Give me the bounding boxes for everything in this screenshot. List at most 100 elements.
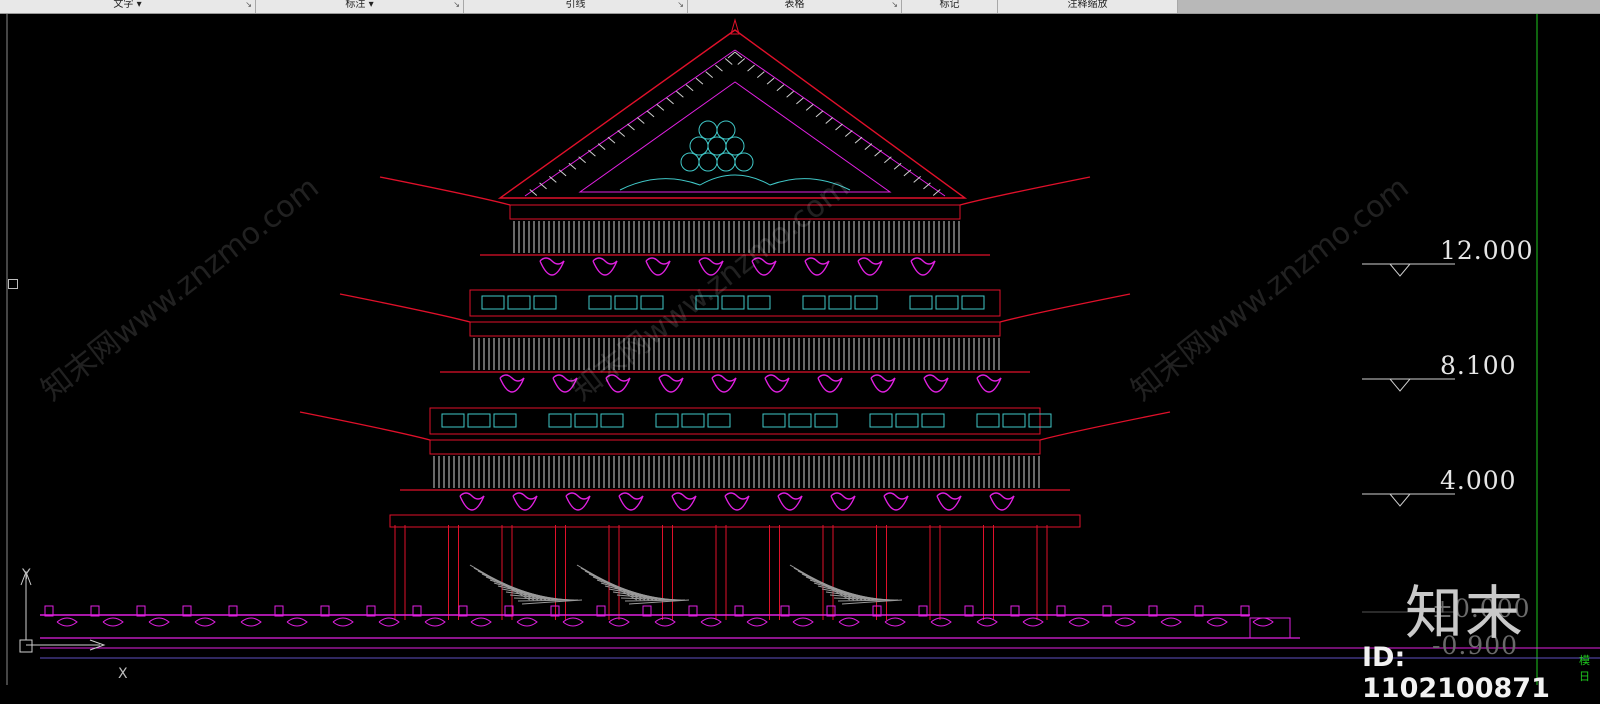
roof-top-bracket [645,257,671,276]
ribbon-empty-area [1178,0,1600,13]
gable-tile-mark [724,58,733,65]
balustrade-panel [1068,617,1090,627]
panel-table[interactable]: 表格 ↘ [688,0,902,13]
roof-bottom-bracket [671,492,697,511]
roof-middle-bracket [870,374,896,393]
lower-window-band-frame [429,407,1041,435]
upper-window-band-window [909,295,933,310]
stair-end [1249,617,1291,639]
gable-ornament-ring [707,136,727,156]
upper-window-band-window [747,295,771,310]
balustrade-panel [1206,617,1228,627]
panel-annotation-scaling[interactable]: 注释缩放 [998,0,1178,13]
balustrade-panel [1252,617,1274,627]
panel-markup[interactable]: 标记 [902,0,998,13]
gable-tile-mark [776,84,785,92]
upper-window-band-window [935,295,959,310]
gable-ornament-ring [725,136,745,156]
gable-tile-mark [737,58,746,65]
gable-tile-mark [756,71,765,79]
lower-window-band-window [548,413,572,428]
roof-bottom-bracket [512,492,538,511]
drawing-canvas[interactable]: 12.000 8.100 4.000 ±0.000 -0.900 知末网www.… [0,14,1600,704]
panel-text[interactable]: 文字 ▾ ↘ [0,0,256,13]
gable-tile-mark [636,117,645,124]
lower-window-band-window [762,413,786,428]
gable-tile-mark [685,84,694,92]
roof-middle-bracket [976,374,1002,393]
roof-top-bracket [592,257,618,276]
roof-bottom-bracket [883,492,909,511]
gable-tile-mark [558,169,567,177]
panel-leader-launcher-icon[interactable]: ↘ [677,0,684,10]
gable-tile-mark [766,77,775,85]
gable-tile-mark [825,117,834,124]
balustrade-panel [1022,617,1044,627]
balustrade-panel [378,617,400,627]
roof-top-eave-right [959,176,1091,206]
roof-middle-bracket [658,374,684,393]
gable-ornament-ring [734,152,754,172]
upper-window-band-frame [469,289,1001,317]
upper-window-band-window [802,295,826,310]
gable-ornament-ring [698,152,718,172]
balustrade-panel [424,617,446,627]
gable-tile-mark [627,123,635,131]
elevation-label-8100: 8.100 [1440,351,1517,380]
roof-top-bracket [804,257,830,276]
document-id: ID: 1102100871 [1362,642,1550,704]
gable-outline [497,29,968,199]
roof-bottom-ridge [429,439,1041,455]
gable-tile-mark [578,156,586,164]
balustrade-panel [148,617,170,627]
lower-window-band-window [707,413,731,428]
balustrade-panel [884,617,906,627]
gable-tile-mark [607,136,616,144]
balustrade-panel [792,617,814,627]
elevation-label-4000: 4.000 [1440,466,1517,495]
lower-window-band-window [921,413,945,428]
gable-tile-mark [656,103,665,111]
panel-leader[interactable]: 引线 ↘ [464,0,688,13]
balustrade-panel [1114,617,1136,627]
panel-text-launcher-icon[interactable]: ↘ [245,0,252,10]
panel-markup-label: 标记 [939,0,960,10]
gable-tile-mark [864,143,873,151]
elevation-triangle-icon [1388,263,1412,277]
gable-tile-mark [568,162,577,170]
roof-top-ridge [509,204,961,220]
elevation-label-12000: 12.000 [1440,236,1534,265]
roof-top-bracket [857,257,883,276]
panel-annotation-scaling-label: 注释缩放 [1067,0,1108,10]
balustrade-panel [56,617,78,627]
elevation-triangle-icon [1388,493,1412,507]
grip-handle[interactable] [8,279,18,289]
balustrade-panel [102,617,124,627]
lower-window-band-window [681,413,705,428]
lower-window-band-window [467,413,491,428]
gable-tile-mark [747,64,755,72]
roof-middle-bracket [764,374,790,393]
gable-tile-mark [666,97,674,105]
balustrade-panel [838,617,860,627]
roof-bottom-bracket [565,492,591,511]
lower-window-band-window [814,413,838,428]
gable-tile-mark [715,64,723,72]
lower-window-band-window [493,413,517,428]
pavilion-elevation-drawing [6,14,1600,685]
panel-table-launcher-icon[interactable]: ↘ [891,0,898,10]
lintel-beam [389,514,1081,528]
upper-window-band-window [533,295,557,310]
elevation-triangle-icon [1388,378,1412,392]
balustrade-panel [1160,617,1182,627]
lower-window-band-window [976,413,1000,428]
upper-window-band-window [588,295,612,310]
balustrade-panel [930,617,952,627]
panel-dimension-launcher-icon[interactable]: ↘ [453,0,460,10]
roof-bottom-eave-right [1039,411,1171,441]
gable-tile-mark [884,156,892,164]
gable-ornament-ring [680,152,700,172]
ribbon-annotate-panels: 文字 ▾ ↘ 标注 ▾ ↘ 引线 ↘ 表格 ↘ 标记 注释缩放 [0,0,1600,14]
panel-dimension[interactable]: 标注 ▾ ↘ [256,0,464,13]
upper-window-band-window [507,295,531,310]
